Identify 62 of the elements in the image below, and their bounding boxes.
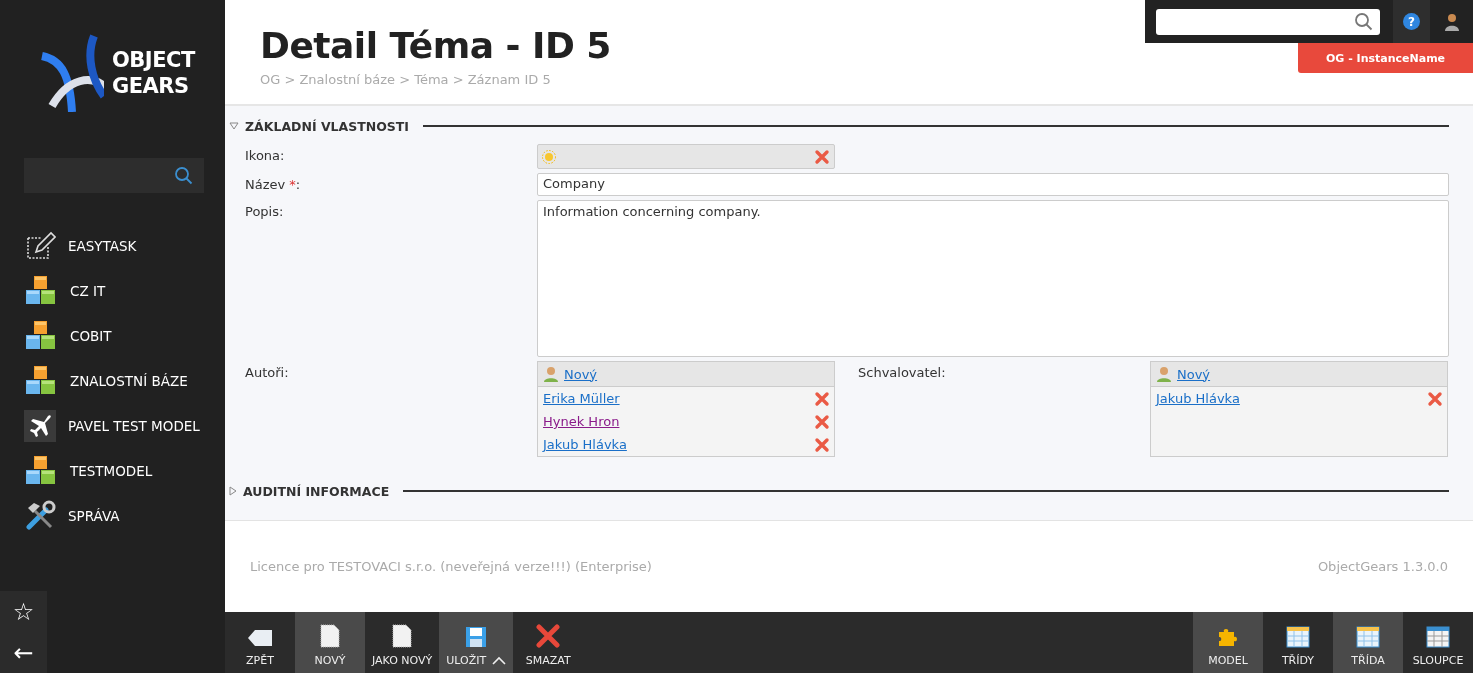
version-text: ObjectGears 1.3.0.0 bbox=[1317, 559, 1448, 574]
sidebar-item[interactable]: EASYTASK bbox=[0, 223, 225, 268]
delete-icon[interactable] bbox=[814, 413, 830, 430]
search-icon[interactable] bbox=[1354, 11, 1374, 32]
search-icon[interactable] bbox=[174, 165, 194, 186]
name-input[interactable]: Company bbox=[537, 173, 1449, 196]
page-icon bbox=[320, 624, 340, 648]
sidebar-item[interactable]: TESTMODEL bbox=[0, 448, 225, 493]
person-icon bbox=[1155, 365, 1173, 383]
person-link[interactable]: Hynek Hron bbox=[543, 414, 620, 429]
person-link[interactable]: Jakub Hlávka bbox=[1156, 391, 1240, 406]
logo-text: OBJECT GEARS bbox=[112, 47, 195, 99]
person-link[interactable]: Erika Müller bbox=[543, 391, 620, 406]
description-textarea[interactable]: Information concerning company. bbox=[537, 200, 1449, 357]
delete-icon[interactable] bbox=[1427, 390, 1443, 407]
person-link[interactable]: Jakub Hlávka bbox=[543, 437, 627, 452]
toolbar-button[interactable]: NOVÝ bbox=[295, 612, 365, 673]
pencil-icon bbox=[24, 229, 56, 262]
sidebar-item[interactable]: PAVEL TEST MODEL bbox=[0, 403, 225, 448]
user-icon[interactable] bbox=[1443, 12, 1460, 31]
page-title: Detail Téma - ID 5 bbox=[260, 24, 611, 66]
sidebar-item[interactable]: SPRÁVA bbox=[0, 493, 225, 538]
toolbar-button[interactable]: ULOŽIT bbox=[439, 612, 514, 673]
sun-icon bbox=[542, 149, 556, 164]
field-label: Autoři: bbox=[245, 364, 290, 382]
section-title[interactable]: AUDITNÍ INFORMACE bbox=[243, 483, 390, 499]
field-label: Název *: bbox=[245, 176, 302, 194]
field-label: Ikona: bbox=[245, 147, 286, 165]
tag-icon bbox=[247, 628, 273, 648]
help-button[interactable]: ? bbox=[1403, 13, 1420, 30]
instance-badge: OG - InstanceName bbox=[1298, 43, 1473, 73]
triangle-right-icon[interactable] bbox=[229, 486, 237, 496]
search-field[interactable] bbox=[1156, 8, 1380, 35]
field-label: Popis: bbox=[245, 203, 285, 221]
delete-icon[interactable] bbox=[814, 148, 830, 165]
delete-icon[interactable] bbox=[814, 390, 830, 407]
sidebar-button[interactable]: ← bbox=[0, 632, 47, 673]
sidebar-button[interactable]: ☆ bbox=[0, 591, 47, 632]
caret-up-icon bbox=[492, 656, 507, 665]
table-icon bbox=[1426, 626, 1450, 648]
person-icon bbox=[542, 365, 560, 383]
sidebar-item[interactable]: CZ IT bbox=[0, 268, 225, 313]
sidebar-item[interactable]: COBIT bbox=[0, 313, 225, 358]
delete-icon[interactable] bbox=[814, 436, 830, 453]
table-icon bbox=[1286, 626, 1310, 648]
search-field[interactable] bbox=[24, 158, 204, 193]
sidebar-item[interactable]: ZNALOSTNÍ BÁZE bbox=[0, 358, 225, 403]
tools-icon bbox=[24, 499, 56, 532]
breadcrumb: OG > Znalostní báze > Téma > Záznam ID 5 bbox=[260, 72, 551, 87]
toolbar-button[interactable]: TŘÍDA bbox=[1333, 612, 1403, 673]
table-icon bbox=[1356, 626, 1380, 648]
new-link[interactable]: Nový bbox=[1177, 366, 1211, 382]
toolbar-button[interactable]: MODEL bbox=[1193, 612, 1263, 673]
field-label: Schvalovatel: bbox=[858, 364, 947, 382]
triangle-down-icon[interactable] bbox=[229, 122, 239, 130]
airplane-icon bbox=[24, 409, 56, 442]
gears-logo-icon bbox=[38, 34, 104, 112]
page-icon bbox=[392, 624, 413, 648]
delete-icon bbox=[536, 624, 561, 648]
licence-text: Licence pro TESTOVACI s.r.o. (neveřejná verze!!!) (Enterprise) bbox=[250, 559, 652, 574]
section-title[interactable]: ZÁKLADNÍ VLASTNOSTI bbox=[245, 118, 409, 134]
new-link[interactable]: Nový bbox=[564, 366, 598, 382]
